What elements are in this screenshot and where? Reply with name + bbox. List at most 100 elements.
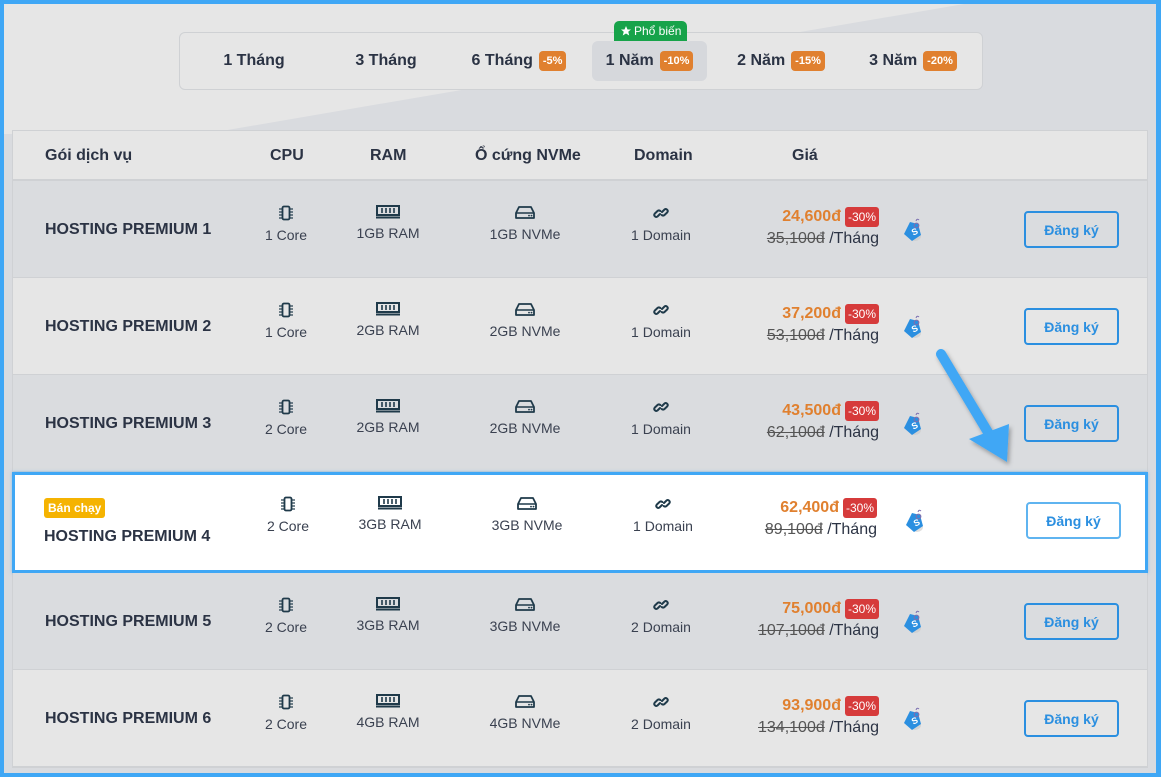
domain-spec: 1 Domain <box>591 302 731 340</box>
current-price: 75,000đ <box>782 600 841 617</box>
ram-value: 2GB RAM <box>356 419 420 435</box>
price-tag-icon: S <box>906 509 923 532</box>
price-current-wrap: 24,600đ -30% <box>782 207 879 227</box>
disk-spec: 3GB NVMe <box>455 597 595 634</box>
register-button[interactable]: Đăng ký <box>1026 502 1121 539</box>
header-disk: Ổ cứng NVMe <box>475 147 581 164</box>
domain-spec: 2 Domain <box>591 597 731 635</box>
price-tag-icon: S <box>904 707 921 730</box>
disk-value: 4GB NVMe <box>489 715 561 731</box>
tab-3-months[interactable]: 3 Tháng <box>322 41 450 81</box>
link-chain-icon <box>653 208 669 218</box>
current-price: 62,400đ <box>780 499 839 516</box>
cpu-chip-icon <box>279 205 293 221</box>
cpu-chip-icon <box>279 302 293 318</box>
discount-badge: -20% <box>923 51 957 71</box>
cpu-value: 1 Core <box>264 227 308 243</box>
register-button[interactable]: Đăng ký <box>1024 603 1119 640</box>
ram-spec: 2GB RAM <box>318 399 458 435</box>
old-price: 107,100đ <box>758 622 825 639</box>
current-price: 43,500đ <box>782 402 841 419</box>
register-button[interactable]: Đăng ký <box>1024 308 1119 345</box>
price-current-wrap: 75,000đ -30% <box>782 599 879 619</box>
price-tag-icon: S <box>904 412 921 435</box>
register-button[interactable]: Đăng ký <box>1024 700 1119 737</box>
ram-value: 3GB RAM <box>356 617 420 633</box>
tab-label: 1 Tháng <box>223 52 285 69</box>
tab-label: 3 Tháng <box>355 52 417 69</box>
cpu-chip-icon <box>279 597 293 613</box>
link-chain-icon <box>653 697 669 707</box>
domain-value: 1 Domain <box>631 227 691 243</box>
disk-value: 2GB NVMe <box>489 420 561 436</box>
cpu-chip-icon <box>279 694 293 710</box>
best-seller-badge: Bán chạy <box>44 498 106 518</box>
price-unit: /Tháng <box>827 521 877 538</box>
price-block: 93,900đ -30% 134,100đ /Tháng <box>758 696 879 737</box>
arrow-annotation-icon <box>936 349 1009 462</box>
tab-6-months[interactable]: 6 Tháng -5% <box>450 41 588 81</box>
price-discount-badge: -30% <box>842 498 877 518</box>
register-button[interactable]: Đăng ký <box>1024 405 1119 442</box>
tab-2-years[interactable]: 2 Năm -15% <box>711 41 851 81</box>
package-name: HOSTING PREMIUM 4 <box>44 528 211 545</box>
tab-1-month[interactable]: 1 Tháng <box>186 41 322 81</box>
cpu-value: 2 Core <box>266 518 310 534</box>
header-ram: RAM <box>370 147 407 164</box>
ram-value: 1GB RAM <box>356 225 420 241</box>
discount-badge: -15% <box>791 51 825 71</box>
ram-spec: 4GB RAM <box>318 694 458 730</box>
disk-value: 3GB NVMe <box>489 618 561 634</box>
price-unit: /Tháng <box>829 719 879 736</box>
register-button[interactable]: Đăng ký <box>1024 211 1119 248</box>
ram-spec: 3GB RAM <box>320 496 460 532</box>
old-price: 89,100đ <box>764 521 823 538</box>
disk-spec: 2GB NVMe <box>455 399 595 436</box>
link-chain-icon <box>655 499 671 509</box>
price-block: 75,000đ -30% 107,100đ /Tháng <box>758 599 879 640</box>
domain-spec: 1 Domain <box>593 496 733 534</box>
domain-value: 1 Domain <box>633 518 693 534</box>
price-tag-icon: S <box>904 610 921 633</box>
domain-value: 1 Domain <box>631 324 691 340</box>
price-current-wrap: 62,400đ -30% <box>780 498 877 518</box>
disk-value: 1GB NVMe <box>489 226 561 242</box>
hard-drive-icon <box>515 400 535 413</box>
link-chain-icon <box>653 402 669 412</box>
price-block: 24,600đ -30% 35,100đ /Tháng <box>767 207 879 248</box>
disk-value: 3GB NVMe <box>491 517 563 533</box>
price-old-line: 107,100đ /Tháng <box>758 622 879 640</box>
period-tabs: 1 Tháng 3 Tháng 6 Tháng -5% Phổ biến 1 N… <box>179 21 983 90</box>
popular-label: Phổ biến <box>634 24 682 38</box>
domain-spec: 1 Domain <box>591 205 731 243</box>
cpu-value: 2 Core <box>264 619 308 635</box>
price-old-line: 89,100đ /Tháng <box>765 521 877 539</box>
price-current-wrap: 43,500đ -30% <box>782 401 879 421</box>
price-old-line: 134,100đ /Tháng <box>758 719 879 737</box>
tab-1-year[interactable]: Phổ biến 1 Năm -10% <box>592 21 707 81</box>
cpu-value: 1 Core <box>264 324 308 340</box>
price-old-line: 53,100đ /Tháng <box>767 327 879 345</box>
package-name: HOSTING PREMIUM 1 <box>45 221 212 238</box>
price-unit: /Tháng <box>829 424 879 441</box>
ram-value: 3GB RAM <box>358 516 422 532</box>
cpu-chip-icon <box>279 399 293 415</box>
price-block: 62,400đ -30% 89,100đ /Tháng <box>765 498 877 539</box>
disk-spec: 4GB NVMe <box>455 694 595 731</box>
header-package: Gói dịch vụ <box>45 147 133 164</box>
price-unit: /Tháng <box>829 622 879 639</box>
table-row: Bán chạy HOSTING PREMIUM 4 2 Core 3GB RA… <box>12 472 1148 573</box>
tab-3-years[interactable]: 3 Năm -20% <box>851 41 975 81</box>
cpu-value: 2 Core <box>264 421 308 437</box>
popular-ribbon: Phổ biến <box>614 21 688 41</box>
price-current-wrap: 93,900đ -30% <box>782 696 879 716</box>
price-block: 37,200đ -30% 53,100đ /Tháng <box>767 304 879 345</box>
page-frame: 1 Tháng 3 Tháng 6 Tháng -5% Phổ biến 1 N… <box>4 4 1156 773</box>
cpu-chip-icon <box>281 496 295 512</box>
package-name: HOSTING PREMIUM 5 <box>45 613 212 630</box>
tab-label: 3 Năm <box>869 52 918 69</box>
package-name: HOSTING PREMIUM 6 <box>45 710 212 727</box>
price-tag-icon: S <box>904 218 921 241</box>
ram-memory-icon <box>376 399 400 413</box>
package-name: HOSTING PREMIUM 2 <box>45 318 212 335</box>
